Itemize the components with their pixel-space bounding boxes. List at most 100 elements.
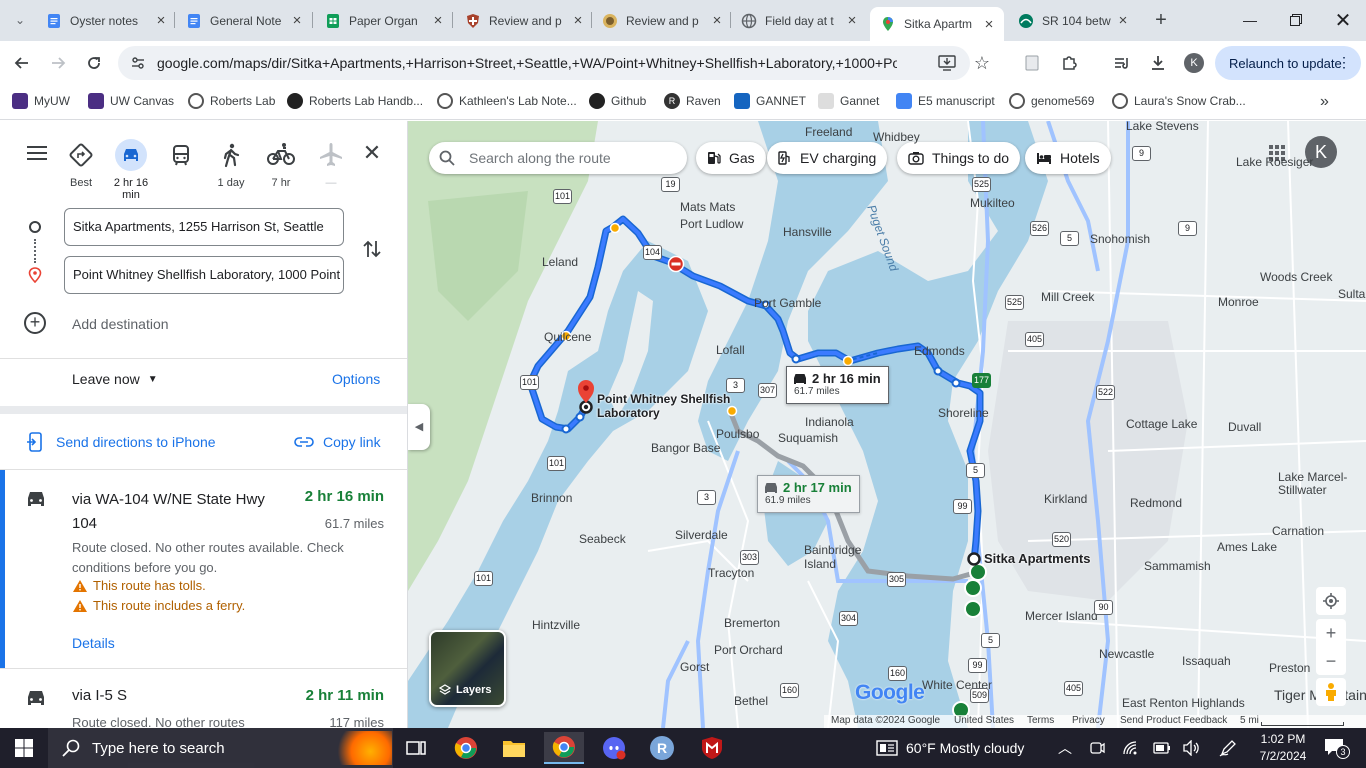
minimize-icon[interactable]: — [1238, 8, 1262, 32]
install-app-icon[interactable] [938, 55, 956, 71]
tab-paper-organ[interactable]: Paper Organ × [325, 7, 447, 34]
my-location-button[interactable] [1316, 587, 1346, 615]
close-tab-icon[interactable]: × [429, 12, 447, 29]
tab-sr104[interactable]: SR 104 betw × [1018, 7, 1132, 34]
tab-general-note[interactable]: General Note × [186, 7, 306, 34]
bookmark-roberts-lab[interactable]: Roberts Lab [188, 93, 275, 109]
zoom-in-button[interactable]: + [1316, 619, 1346, 647]
task-view-button[interactable] [396, 732, 436, 764]
chip-gas[interactable]: Gas [696, 142, 766, 174]
tab-review-2[interactable]: Review and p × [602, 7, 726, 34]
reload-icon[interactable] [82, 51, 106, 75]
close-directions-icon[interactable]: ✕ [360, 140, 384, 165]
profile-avatar[interactable]: K [1184, 53, 1204, 73]
bookmark-snow-crab[interactable]: Laura's Snow Crab... [1112, 93, 1246, 109]
route-option-2[interactable]: via I-5 S 2 hr 11 min 117 miles Route cl… [0, 669, 407, 728]
mode-bike[interactable]: 7 hr [258, 139, 304, 189]
copy-link-button[interactable]: Copy link [294, 432, 381, 452]
reading-list-icon[interactable] [1020, 51, 1044, 75]
close-tab-icon[interactable]: × [288, 12, 306, 29]
start-button[interactable] [4, 732, 44, 764]
new-tab-icon[interactable]: + [1149, 8, 1173, 32]
swap-directions-icon[interactable] [360, 237, 384, 261]
taskbar-chrome-1[interactable] [446, 732, 486, 764]
tab-search-chevron-icon[interactable]: ⌄ [8, 8, 32, 32]
mode-drive-selected[interactable]: 2 hr 16 min [108, 139, 154, 201]
bookmark-star-icon[interactable]: ☆ [970, 51, 994, 75]
mode-flight[interactable]: — [308, 139, 354, 189]
menu-hamburger-icon[interactable] [24, 141, 50, 165]
taskbar-file-explorer[interactable] [494, 732, 534, 764]
bookmark-e5-manuscript[interactable]: E5 manuscript [896, 93, 995, 109]
options-button[interactable]: Options [332, 371, 380, 387]
bookmark-uw-canvas[interactable]: UW Canvas [88, 93, 174, 109]
wifi-icon[interactable] [1121, 739, 1139, 757]
extensions-icon[interactable] [1057, 51, 1081, 75]
send-to-phone-button[interactable]: Send directions to iPhone [26, 432, 216, 452]
chip-things-to-do[interactable]: Things to do [897, 142, 1021, 174]
bookmark-gannet[interactable]: Gannet [818, 93, 879, 109]
terms-link[interactable]: Terms [1027, 715, 1054, 726]
close-tab-icon[interactable]: × [843, 12, 861, 29]
notifications-button[interactable]: 3 [1324, 738, 1352, 760]
route-callout-main[interactable]: 2 hr 16 min 61.7 miles [786, 366, 889, 404]
destination-input[interactable]: Point Whitney Shellfish Laboratory, 1000… [64, 256, 344, 294]
meet-now-icon[interactable] [1088, 739, 1106, 757]
taskbar-discord[interactable] [594, 732, 634, 764]
leave-now-dropdown[interactable]: Leave now ▼ [72, 371, 158, 387]
privacy-link[interactable]: Privacy [1072, 715, 1105, 726]
close-tab-icon[interactable]: × [708, 12, 726, 29]
pen-workspace-icon[interactable] [1218, 739, 1238, 757]
bookmark-genome569[interactable]: genome569 [1009, 93, 1094, 109]
close-tab-icon[interactable]: × [980, 16, 998, 33]
search-along-route[interactable]: Search along the route [429, 142, 687, 174]
back-icon[interactable] [10, 51, 34, 75]
origin-input[interactable]: Sitka Apartments, 1255 Harrison St, Seat… [64, 208, 344, 246]
bookmark-raven[interactable]: R Raven [664, 93, 721, 109]
media-controls-icon[interactable] [1110, 51, 1134, 75]
tab-oyster-notes[interactable]: Oyster notes × [46, 7, 170, 34]
zoom-out-button[interactable]: − [1316, 647, 1346, 675]
map-canvas[interactable]: Search along the route Gas EV charging T… [408, 121, 1366, 728]
taskbar-chrome-active[interactable] [544, 732, 584, 764]
restore-icon[interactable] [1284, 8, 1308, 32]
feedback-link[interactable]: Send Product Feedback [1120, 715, 1227, 726]
bookmark-myuw[interactable]: MyUW [12, 93, 70, 109]
mode-best[interactable]: Best [58, 139, 104, 189]
origin-map-label[interactable]: Sitka Apartments [984, 551, 1090, 566]
taskbar-search[interactable]: Type here to search [48, 728, 393, 768]
volume-icon[interactable] [1183, 739, 1201, 757]
layers-button[interactable]: Layers [429, 630, 506, 707]
battery-icon[interactable] [1152, 739, 1172, 757]
tab-sitka-active[interactable]: Sitka Apartm × [870, 7, 1004, 41]
street-view-pegman[interactable] [1316, 678, 1346, 706]
close-tab-icon[interactable]: × [1114, 12, 1132, 29]
bookmark-github[interactable]: Github [589, 93, 646, 109]
details-link[interactable]: Details [72, 635, 115, 651]
bookmark-gannet-caps[interactable]: GANNET [734, 93, 806, 109]
chip-ev-charging[interactable]: EV charging [767, 142, 888, 174]
weather-widget[interactable]: 60°F Mostly cloudy [876, 740, 1024, 756]
mode-walk[interactable]: 1 day [208, 139, 254, 189]
taskbar-mcafee[interactable] [692, 732, 732, 764]
relaunch-button[interactable]: Relaunch to update ⋮ [1215, 46, 1361, 80]
bookmark-kathleen-lab-notebook[interactable]: Kathleen's Lab Note... [437, 93, 577, 109]
region-link[interactable]: United States [954, 715, 1014, 726]
route-callout-alt[interactable]: 2 hr 17 min 61.9 miles [757, 475, 860, 513]
add-destination-label[interactable]: Add destination [72, 316, 169, 332]
close-tab-icon[interactable]: × [152, 12, 170, 29]
mode-transit[interactable] [158, 139, 204, 177]
bookmark-roberts-handbook[interactable]: Roberts Lab Handb... [287, 93, 423, 109]
close-tab-icon[interactable]: × [569, 12, 587, 29]
clock[interactable]: 1:02 PM 7/2/2024 [1254, 731, 1312, 765]
more-bookmarks-icon[interactable]: » [1320, 93, 1329, 111]
chip-hotels[interactable]: Hotels [1025, 142, 1111, 174]
downloads-icon[interactable] [1146, 51, 1170, 75]
taskbar-r-app[interactable]: R [642, 732, 682, 764]
collapse-panel-button[interactable]: ◀ [408, 404, 430, 450]
tab-review-1[interactable]: Review and p × [465, 7, 587, 34]
site-info-icon[interactable] [130, 55, 146, 71]
forward-icon[interactable] [46, 51, 70, 75]
tab-field-day[interactable]: Field day at t × [741, 7, 861, 34]
close-window-icon[interactable]: ✕ [1331, 8, 1355, 32]
